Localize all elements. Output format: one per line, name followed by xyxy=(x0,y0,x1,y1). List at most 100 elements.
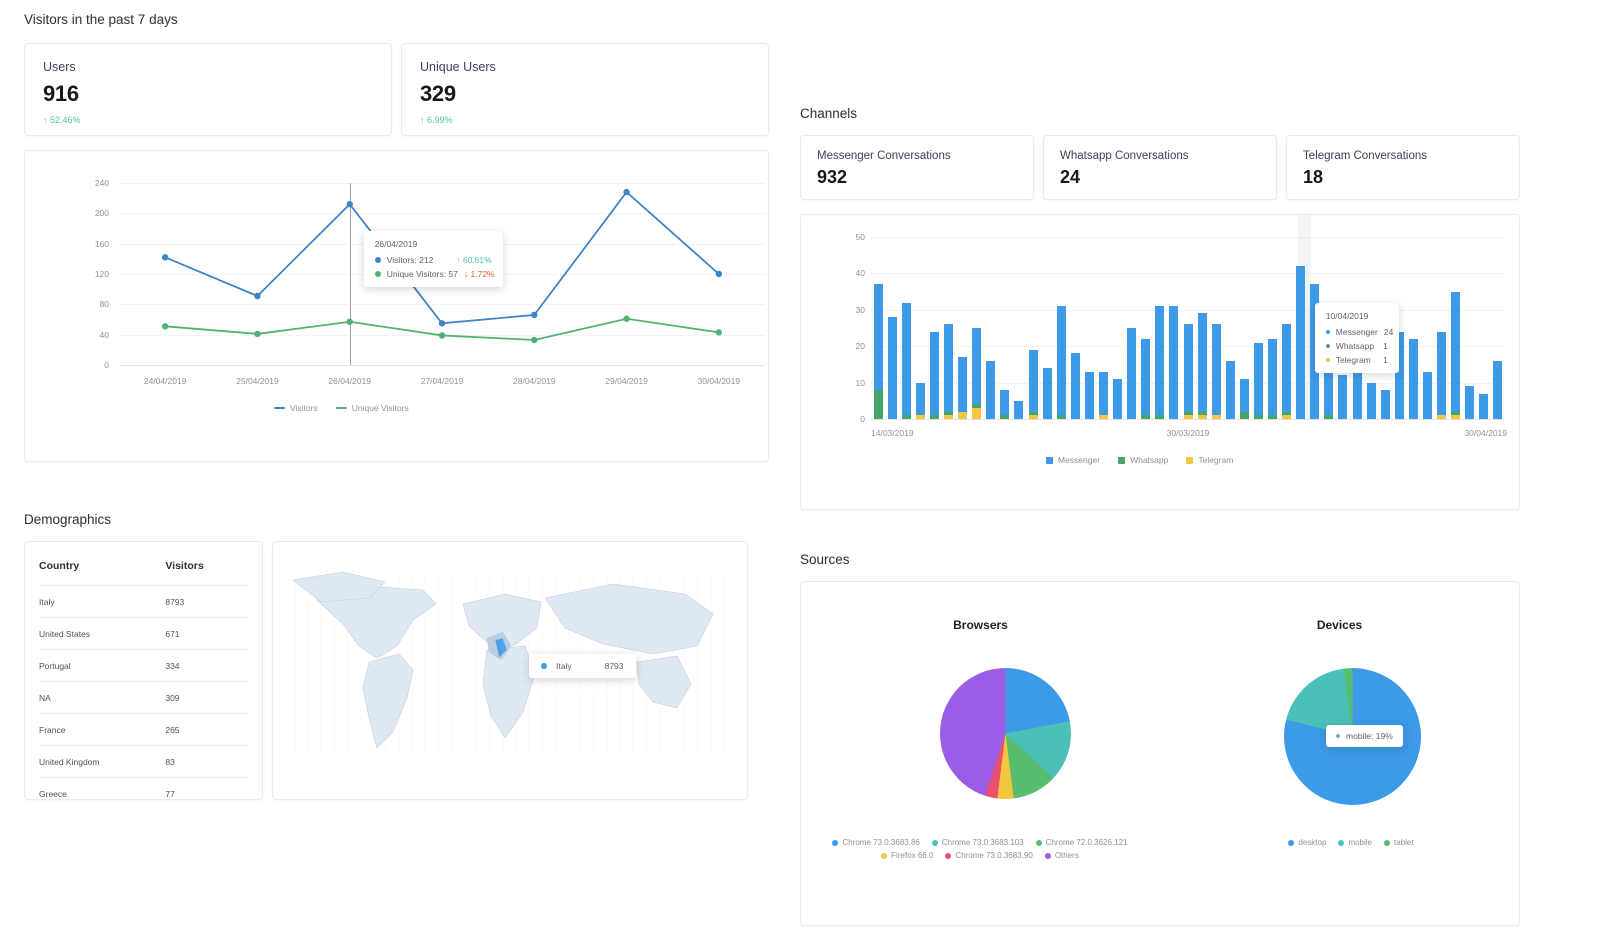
bar[interactable] xyxy=(943,324,953,419)
map-region[interactable] xyxy=(544,583,714,655)
bar[interactable] xyxy=(1169,306,1179,419)
bar[interactable] xyxy=(1127,328,1137,419)
bar[interactable] xyxy=(1366,382,1376,419)
legend-item[interactable]: Visitors xyxy=(274,403,318,413)
bar-segment-telegram xyxy=(915,415,925,419)
bar[interactable] xyxy=(1211,324,1221,419)
bar[interactable] xyxy=(873,284,883,419)
bar-segment-messenger xyxy=(1211,324,1221,416)
legend-item[interactable]: Chrome 72.0.3626.121 xyxy=(1035,838,1128,847)
legend-item[interactable]: Whatsapp xyxy=(1118,455,1168,465)
legend-item[interactable]: desktop xyxy=(1288,838,1326,847)
bar-segment-whatsapp xyxy=(1253,415,1263,419)
bar[interactable] xyxy=(915,382,925,419)
map-tooltip-label: Italy xyxy=(556,661,572,671)
bar-segment-telegram xyxy=(1437,415,1447,419)
bar[interactable] xyxy=(972,328,982,419)
bar-segment-messenger xyxy=(1127,328,1137,419)
bar-segment-messenger xyxy=(1113,378,1123,419)
bar[interactable] xyxy=(1423,371,1432,419)
y-axis-tick-label: 40 xyxy=(855,268,865,279)
y-axis-tick-label: 40 xyxy=(99,329,109,340)
bar-segment-messenger xyxy=(1366,382,1376,419)
bar[interactable] xyxy=(1437,331,1447,419)
bar-segment-messenger xyxy=(972,328,982,405)
table-row[interactable]: NA 309 xyxy=(39,681,248,714)
bar[interactable] xyxy=(929,331,939,419)
map-region[interactable] xyxy=(482,645,536,739)
bar[interactable] xyxy=(1141,338,1151,419)
bar[interactable] xyxy=(1070,353,1080,419)
bar[interactable] xyxy=(1056,306,1066,419)
table-row[interactable]: United States 671 xyxy=(39,617,248,650)
bar[interactable] xyxy=(1239,378,1249,419)
bar-segment-messenger xyxy=(1239,378,1249,412)
bar[interactable] xyxy=(1451,291,1461,419)
bar-segment-messenger xyxy=(1070,353,1080,419)
bar[interactable] xyxy=(1380,389,1390,419)
legend-item[interactable]: tablet xyxy=(1384,838,1414,847)
browsers-pie-chart[interactable] xyxy=(940,668,1071,799)
bar[interactable] xyxy=(901,302,911,419)
bar[interactable] xyxy=(1493,360,1503,419)
bar[interactable] xyxy=(1338,375,1348,419)
bar[interactable] xyxy=(1014,400,1024,419)
legend-item[interactable]: Unique Visitors xyxy=(335,403,409,413)
bar[interactable] xyxy=(1296,266,1306,419)
x-axis-tick-label: 25/04/2019 xyxy=(236,376,279,386)
bar[interactable] xyxy=(1225,360,1235,419)
map-region[interactable] xyxy=(362,653,414,749)
gridline xyxy=(871,419,1505,420)
bar[interactable] xyxy=(1028,349,1038,419)
bar[interactable] xyxy=(1479,393,1489,419)
map-tooltip: Italy 8793 xyxy=(529,654,636,678)
bar[interactable] xyxy=(986,360,996,419)
bar[interactable] xyxy=(1408,338,1418,419)
bar-segment-messenger xyxy=(1197,313,1207,412)
bar[interactable] xyxy=(1084,371,1094,419)
bar[interactable] xyxy=(1113,378,1123,419)
legend-item[interactable]: Chrome 73.0.3683.90 xyxy=(945,851,1033,860)
bar[interactable] xyxy=(1098,371,1108,419)
bar[interactable] xyxy=(1282,324,1292,419)
bar[interactable] xyxy=(1183,324,1193,419)
bar-segment-messenger xyxy=(1493,360,1503,419)
table-row[interactable]: France 265 xyxy=(39,713,248,746)
legend-item[interactable]: Telegram xyxy=(1186,455,1233,465)
tooltip-value: 24 xyxy=(1383,327,1394,337)
table-row[interactable]: Portugal 334 xyxy=(39,649,248,682)
bar-segment-messenger xyxy=(1253,342,1263,416)
legend-label: Telegram xyxy=(1198,455,1234,465)
bar[interactable] xyxy=(1042,368,1052,419)
arrow-up-icon: ↑ xyxy=(420,115,425,125)
legend-item[interactable]: Chrome 73.0.3683.103 xyxy=(931,838,1024,847)
line-chart-plot: 0 40 80 120 160 200 240 24/04/2019 25/04/2019 26/… xyxy=(95,178,765,508)
legend-item[interactable]: Messenger xyxy=(1046,455,1100,465)
bar-segment-messenger xyxy=(873,284,883,390)
sources-section-title: Sources xyxy=(800,552,850,567)
legend-item[interactable]: Firefox 66.0 xyxy=(881,851,933,860)
legend-item[interactable]: mobile xyxy=(1338,838,1372,847)
map-region[interactable] xyxy=(636,655,692,709)
world-map[interactable]: Italy 8793 xyxy=(272,541,748,800)
x-axis-tick-label: 24/04/2019 xyxy=(143,376,187,386)
demographics-section-title: Demographics xyxy=(24,512,112,527)
legend-item[interactable]: Chrome 73.0.3683.86 xyxy=(832,838,920,847)
bar[interactable] xyxy=(887,317,897,419)
bar[interactable] xyxy=(1155,306,1165,419)
legend-label: Chrome 73.0.3683.103 xyxy=(941,838,1024,847)
bar[interactable] xyxy=(1465,386,1475,419)
table-row[interactable]: Greece 77 xyxy=(39,777,248,799)
bar-segment-telegram xyxy=(1211,415,1221,419)
bar[interactable] xyxy=(1253,342,1263,419)
bar[interactable] xyxy=(1268,338,1278,419)
bar[interactable] xyxy=(1000,389,1010,419)
table-row[interactable]: Italy 8793 xyxy=(39,585,248,618)
table-row[interactable]: United Kingdom 83 xyxy=(39,745,248,778)
bar[interactable] xyxy=(958,357,968,419)
bar[interactable] xyxy=(1197,313,1207,419)
bar-segment-messenger xyxy=(1225,360,1235,419)
legend-item[interactable]: Others xyxy=(1044,851,1079,860)
y-axis-tick-label: 120 xyxy=(94,269,109,279)
bar-segment-whatsapp xyxy=(1268,415,1278,419)
